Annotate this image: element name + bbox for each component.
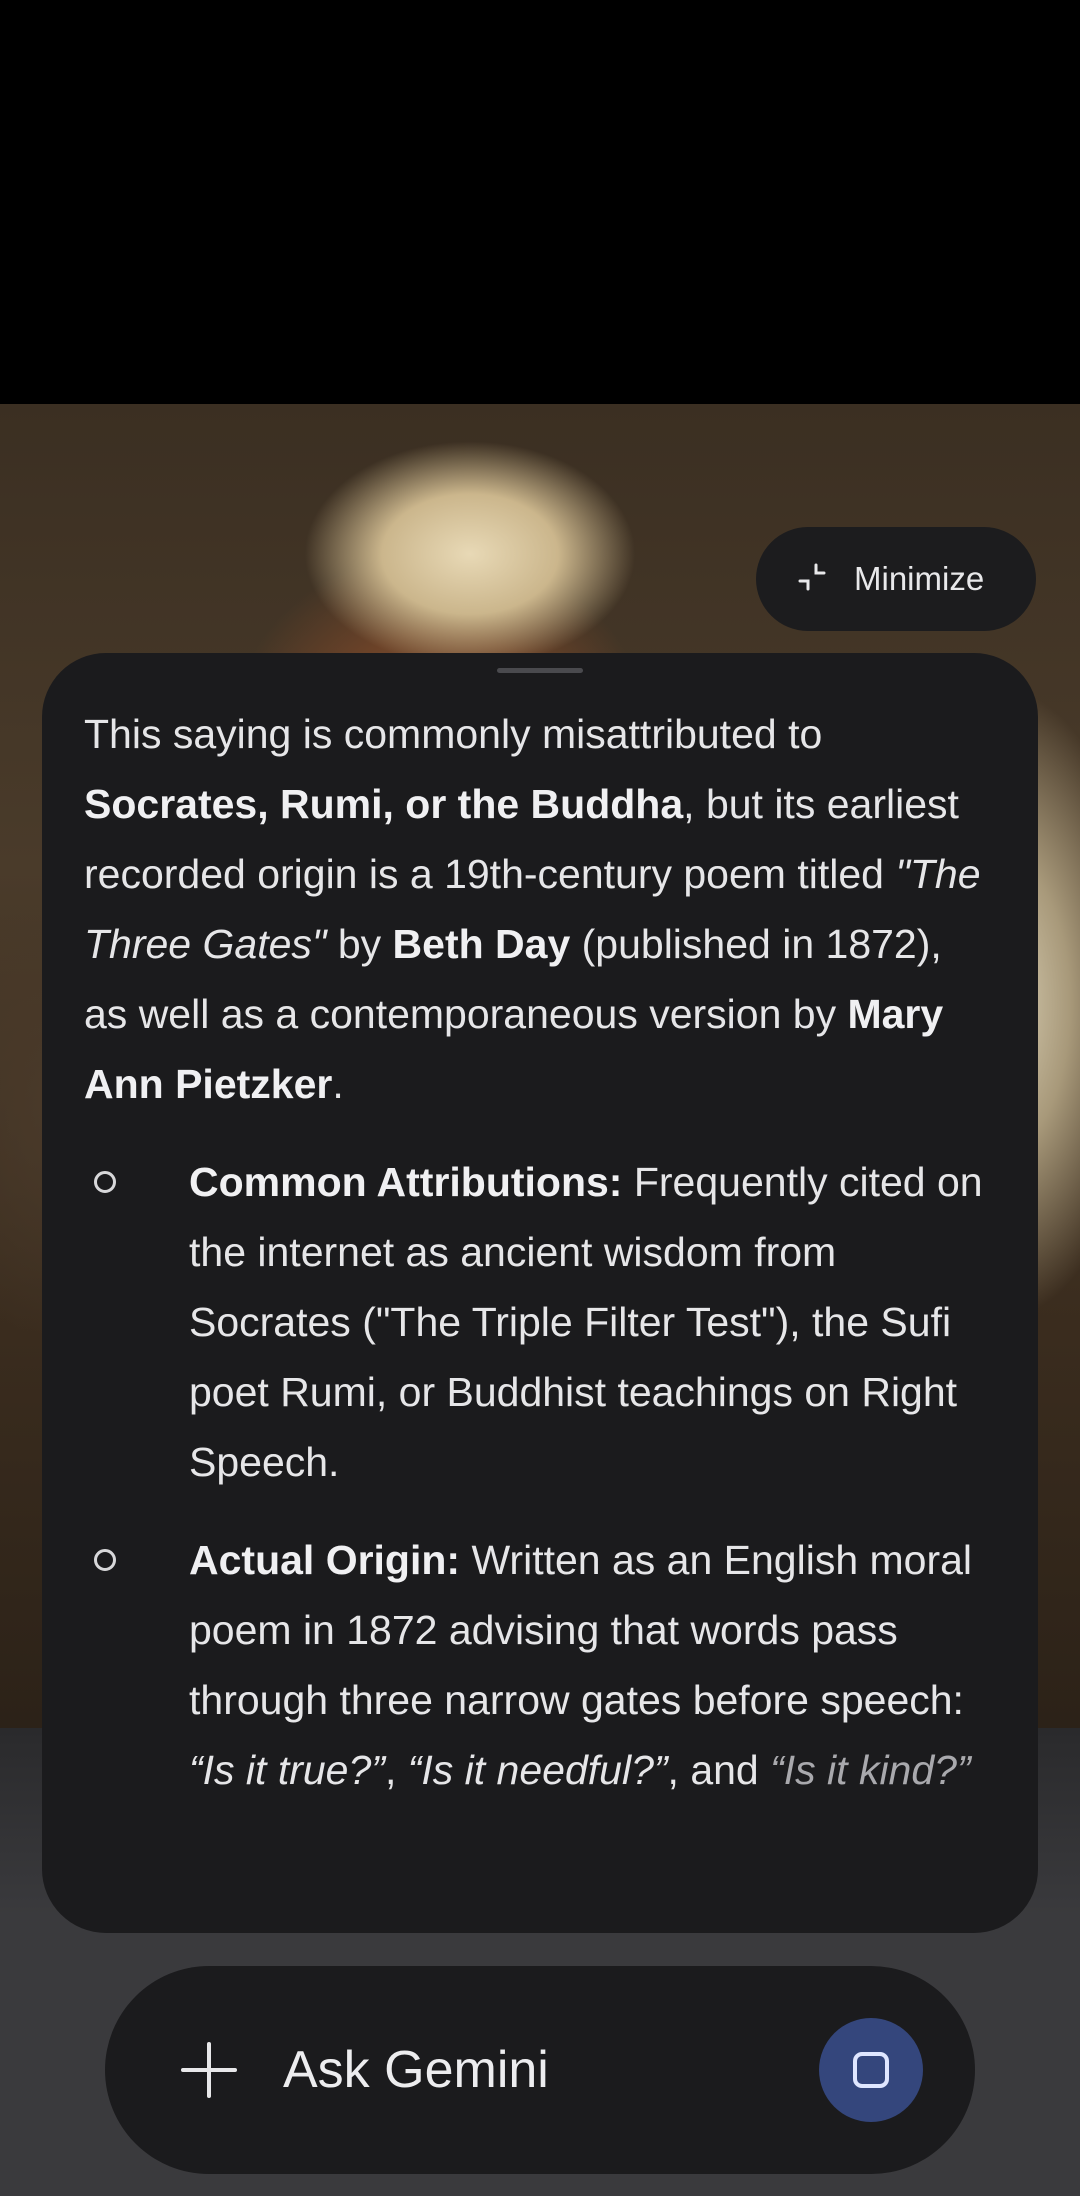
stop-button[interactable] <box>819 2018 923 2122</box>
bullet-heading: Actual Origin: <box>189 1537 461 1583</box>
response-bullets: Common Attributions: Frequently cited on… <box>84 1147 996 1805</box>
quote-true: “Is it true?” <box>189 1747 385 1793</box>
bullet-body: Frequently cited on the internet as anci… <box>189 1159 983 1485</box>
quote-kind: “Is it kind?” <box>770 1747 971 1793</box>
minimize-button[interactable]: Minimize <box>756 527 1036 631</box>
minimize-icon <box>796 561 832 597</box>
bullet-heading: Common Attributions: <box>189 1159 623 1205</box>
bullet-circle-icon <box>94 1171 116 1193</box>
top-black-area <box>0 0 1080 404</box>
ask-gemini-input[interactable]: Ask Gemini <box>283 2040 549 2100</box>
plus-icon[interactable] <box>181 2042 237 2098</box>
list-item: Common Attributions: Frequently cited on… <box>84 1147 996 1497</box>
drag-handle[interactable] <box>497 668 583 673</box>
response-intro: This saying is commonly misattributed to… <box>84 711 981 1107</box>
bullet-circle-icon <box>94 1549 116 1571</box>
ask-gemini-bar[interactable]: Ask Gemini <box>105 1966 975 2174</box>
list-item: Actual Origin: Written as an English mor… <box>84 1525 996 1805</box>
quote-needful: “Is it needful?” <box>407 1747 668 1793</box>
response-card[interactable]: This saying is commonly misattributed to… <box>42 653 1038 1933</box>
stop-icon <box>853 2052 889 2088</box>
minimize-label: Minimize <box>854 560 985 597</box>
